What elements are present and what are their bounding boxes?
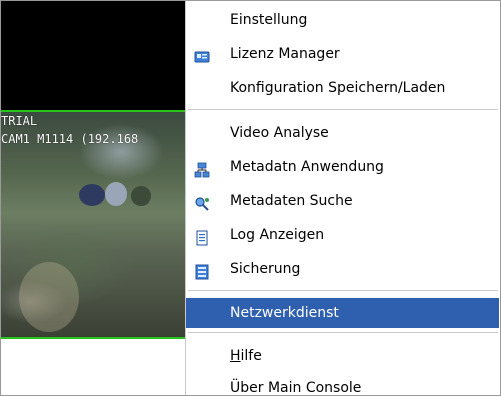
metadata-search-icon (194, 193, 210, 211)
menu-item-log-anzeigen[interactable]: Log Anzeigen (186, 220, 499, 250)
window-frame: TRIAL CAM1 M1114 (192.168 Einstellung Li… (0, 0, 501, 396)
metadata-network-icon (194, 159, 210, 178)
backup-icon (194, 261, 210, 280)
menu-item-label: Sicherung (230, 261, 301, 277)
menu-item-netzwerkdienst[interactable]: Netzwerkdienst (186, 298, 499, 328)
menu-item-label: Video Analyse (230, 125, 329, 141)
log-document-icon (194, 227, 210, 246)
camera-overlay-trial: TRIAL (1, 114, 38, 128)
video-black-area (1, 1, 185, 110)
menu-item-label: Einstellung (230, 12, 308, 28)
video-panel[interactable]: TRIAL CAM1 M1114 (192.168 (1, 1, 185, 395)
menu-separator (188, 290, 498, 292)
menu-item-video-analyse[interactable]: Video Analyse (186, 118, 499, 148)
feed-object (131, 186, 151, 206)
menu-item-label: Netzwerkdienst (230, 305, 339, 321)
menu-separator (188, 332, 498, 334)
menu-item-einstellung[interactable]: Einstellung (186, 5, 499, 35)
menu-item-label: Log Anzeigen (230, 227, 325, 243)
menu-separator (188, 109, 498, 111)
menu-item-label: Metadaten Suche (230, 193, 353, 209)
menu-item-metadaten-suche[interactable]: Metadaten Suche (186, 186, 499, 216)
menu-item-hilfe[interactable]: Hilfe (186, 341, 499, 371)
video-bottom-area (1, 339, 185, 395)
menu-item-lizenz-manager[interactable]: Lizenz Manager (186, 39, 499, 69)
menu-item-ueber-main-console[interactable]: Über Main Console (186, 373, 499, 396)
menu-item-sicherung[interactable]: Sicherung (186, 254, 499, 284)
menu-item-mnemonic: H (230, 348, 241, 364)
menu-item-label: Metadatn Anwendung (230, 159, 384, 175)
camera-overlay-name: CAM1 M1114 (192.168 (1, 132, 139, 146)
menu-item-label: Über Main Console (230, 380, 362, 396)
license-card-icon (194, 46, 210, 63)
menu-item-label-rest: ilfe (240, 348, 262, 364)
feed-object (105, 182, 127, 206)
menu-item-metadatn-anwendung[interactable]: Metadatn Anwendung (186, 152, 499, 182)
menu-item-label: Lizenz Manager (230, 46, 340, 62)
feed-object (79, 184, 105, 206)
context-menu: Einstellung Lizenz Manager Konfiguration… (185, 1, 500, 396)
menu-item-label: Konfiguration Speichern/Laden (230, 80, 446, 96)
menu-item-konfiguration[interactable]: Konfiguration Speichern/Laden (186, 73, 499, 103)
menu-item-label: Hilfe (230, 341, 262, 371)
camera-feed[interactable]: TRIAL CAM1 M1114 (192.168 (1, 110, 185, 339)
feed-object (19, 262, 79, 332)
